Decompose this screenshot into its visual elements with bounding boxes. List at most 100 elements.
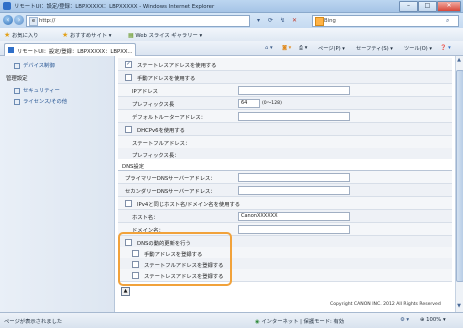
suggested-sites-link[interactable]: ★ おすすめサイト ▾	[62, 31, 111, 39]
dns-section-header: DNS設定	[118, 159, 452, 171]
page-menu[interactable]: ページ(P) ▾	[318, 45, 345, 52]
list-bullet-icon	[14, 87, 20, 94]
prefix-length-label: プレフィックス長	[132, 102, 175, 108]
print-icon[interactable]: ⎙ ▾	[299, 45, 307, 52]
status-bar: ページが表示されました ◉ インターネット | 保護モード: 有効 ⚙ ▾ ⊕ …	[0, 312, 463, 328]
primary-dns-field[interactable]	[238, 173, 350, 182]
protected-mode-icon[interactable]: ⚙ ▾	[400, 317, 409, 323]
help-menu[interactable]: ❓ ▾	[440, 45, 451, 51]
host-name-label: ホスト名：	[132, 215, 159, 221]
address-toolbar: ‹ › e http:// ▾ ⟳ ↯ ✕ Bing ⌕	[0, 13, 463, 28]
list-bullet-icon	[14, 98, 20, 105]
compat-icon[interactable]: ↯	[278, 16, 287, 25]
manual-address-checkbox[interactable]	[125, 74, 132, 81]
status-text: ページが表示されました	[4, 319, 63, 325]
same-host-row: IPv4と同じホスト名/ドメイン名を使用する	[118, 197, 452, 210]
secondary-dns-field[interactable]	[238, 186, 350, 195]
default-router-label: デフォルトルーターアドレス：	[132, 115, 206, 121]
stateful-prefix-label: プレフィックス長：	[132, 153, 180, 159]
dhcpv6-label: DHCPv6を使用する	[137, 128, 185, 134]
minimize-button[interactable]: –	[399, 1, 418, 12]
default-router-row: デフォルトルーターアドレス：	[118, 110, 452, 123]
default-router-field[interactable]	[238, 112, 350, 121]
list-bullet-icon	[14, 62, 20, 69]
window-title: リモートUI：設定/登録：LBPXXXXX：LBPXXXXX - Windows…	[14, 4, 215, 10]
ie-app-icon	[3, 2, 11, 10]
safety-menu[interactable]: セーフティ(S) ▾	[356, 45, 393, 52]
left-navigation: デバイス制御 管理設定 セキュリティー ライセンス/その他	[0, 56, 115, 312]
tab-title: リモートUI：設定/登録：LBPXXXXX：LBPXX...	[17, 49, 133, 55]
maximize-button[interactable]: □	[418, 1, 437, 12]
zoom-icon: ⊕	[420, 317, 425, 323]
feeds-icon[interactable]: ◙ ▾	[282, 45, 291, 51]
callout-highlight	[118, 232, 232, 286]
host-name-row: ホスト名： CanonXXXXXX	[118, 210, 452, 223]
forward-icon[interactable]: ›	[14, 15, 24, 25]
domain-name-field[interactable]	[238, 225, 350, 234]
dhcpv6-checkbox[interactable]	[125, 126, 132, 133]
url-text: http://	[39, 18, 56, 24]
ip-address-label: IPアドレス	[132, 89, 158, 95]
same-host-label: IPv4と同じホスト名/ドメイン名を使用する	[137, 202, 241, 208]
dhcpv6-row: DHCPv6を使用する	[118, 123, 452, 136]
prefix-length-field[interactable]: 64	[238, 99, 260, 108]
suggested-icon: ★	[62, 31, 69, 39]
scrollbar-thumb[interactable]	[456, 70, 463, 282]
refresh-icon[interactable]: ⟳	[266, 16, 275, 25]
scroll-down-icon[interactable]: ▼	[455, 303, 463, 311]
nav-security-label: セキュリティー	[23, 88, 60, 94]
host-name-field[interactable]: CanonXXXXXX	[238, 212, 350, 221]
nav-license-other[interactable]: ライセンス/その他	[14, 97, 67, 105]
tab-command-bar: リモートUI：設定/登録：LBPXXXXX：LBPXX... ⌂ ▾ ◙ ▾ ⎙…	[0, 41, 463, 56]
page-icon: e	[29, 17, 38, 26]
suggested-sites-label: おすすめサイト ▾	[69, 33, 112, 39]
internet-zone[interactable]: ◉ インターネット | 保護モード: 有効	[255, 317, 344, 325]
zoom-label: 100%	[426, 317, 442, 323]
stop-icon[interactable]: ✕	[290, 16, 299, 25]
star-icon: ★	[4, 31, 11, 39]
zoom-control[interactable]: ⊕ 100% ▾	[420, 317, 446, 323]
dns-section-title: DNS設定	[122, 164, 144, 170]
bing-icon	[315, 17, 324, 26]
stateless-label: ステートレスアドレスを使用する	[137, 63, 217, 69]
browser-tab[interactable]: リモートUI：設定/登録：LBPXXXXX：LBPXX...	[4, 43, 136, 56]
ip-address-field[interactable]	[238, 86, 350, 95]
nav-management-heading: 管理設定	[6, 76, 28, 82]
copyright-text: Copyright CANON INC. 2012 All Rights Res…	[330, 302, 441, 307]
nav-license-label: ライセンス/その他	[23, 99, 68, 105]
title-bar: リモートUI：設定/登録：LBPXXXXX：LBPXXXXX - Windows…	[0, 0, 463, 13]
secondary-dns-label: セカンダリーDNSサーバーアドレス：	[125, 189, 216, 195]
scroll-up-icon[interactable]: ▲	[455, 57, 463, 65]
same-host-checkbox[interactable]	[125, 200, 132, 207]
globe-icon: ◉	[255, 319, 260, 325]
stateless-checkbox[interactable]: ✓	[125, 61, 132, 68]
search-input[interactable]: Bing ⌕	[312, 15, 459, 27]
prefix-range-hint: (0〜128)	[262, 101, 282, 106]
manual-address-label: 手動アドレスを使用する	[137, 76, 196, 82]
nav-device-control[interactable]: デバイス制御	[14, 61, 55, 69]
stateful-address-label: ステートフルアドレス：	[132, 141, 191, 147]
ip-address-row: IPアドレス	[118, 84, 452, 97]
tab-favicon-icon	[8, 47, 14, 53]
address-input[interactable]: e http://	[26, 15, 250, 27]
search-icon[interactable]: ⌕	[446, 17, 449, 25]
favorites-button[interactable]: ★ お気に入り	[4, 31, 38, 39]
dropdown-icon[interactable]: ▾	[254, 16, 263, 25]
nav-security[interactable]: セキュリティー	[14, 86, 60, 94]
zone-label: インターネット | 保護モード: 有効	[261, 319, 345, 325]
back-icon[interactable]: ‹	[3, 15, 13, 25]
nav-device-control-label: デバイス制御	[23, 63, 55, 69]
close-button[interactable]: ✕	[437, 1, 461, 12]
secondary-dns-row: セカンダリーDNSサーバーアドレス：	[118, 184, 452, 197]
primary-dns-row: プライマリーDNSサーバーアドレス：	[118, 171, 452, 184]
manual-address-row: 手動アドレスを使用する	[118, 71, 452, 84]
web-slice-link[interactable]: ▦ Web スライス ギャラリー ▾	[128, 31, 202, 39]
slice-icon: ▦	[128, 32, 134, 39]
page-top-icon[interactable]: ▲	[121, 287, 130, 296]
home-icon[interactable]: ⌂ ▾	[265, 45, 273, 51]
prefix-length-row: プレフィックス長 64 (0〜128)	[118, 97, 452, 110]
tools-menu[interactable]: ツール(O) ▾	[404, 45, 432, 52]
search-placeholder: Bing	[324, 18, 336, 24]
primary-dns-label: プライマリーDNSサーバーアドレス：	[125, 176, 216, 182]
favorites-label: お気に入り	[11, 33, 39, 39]
